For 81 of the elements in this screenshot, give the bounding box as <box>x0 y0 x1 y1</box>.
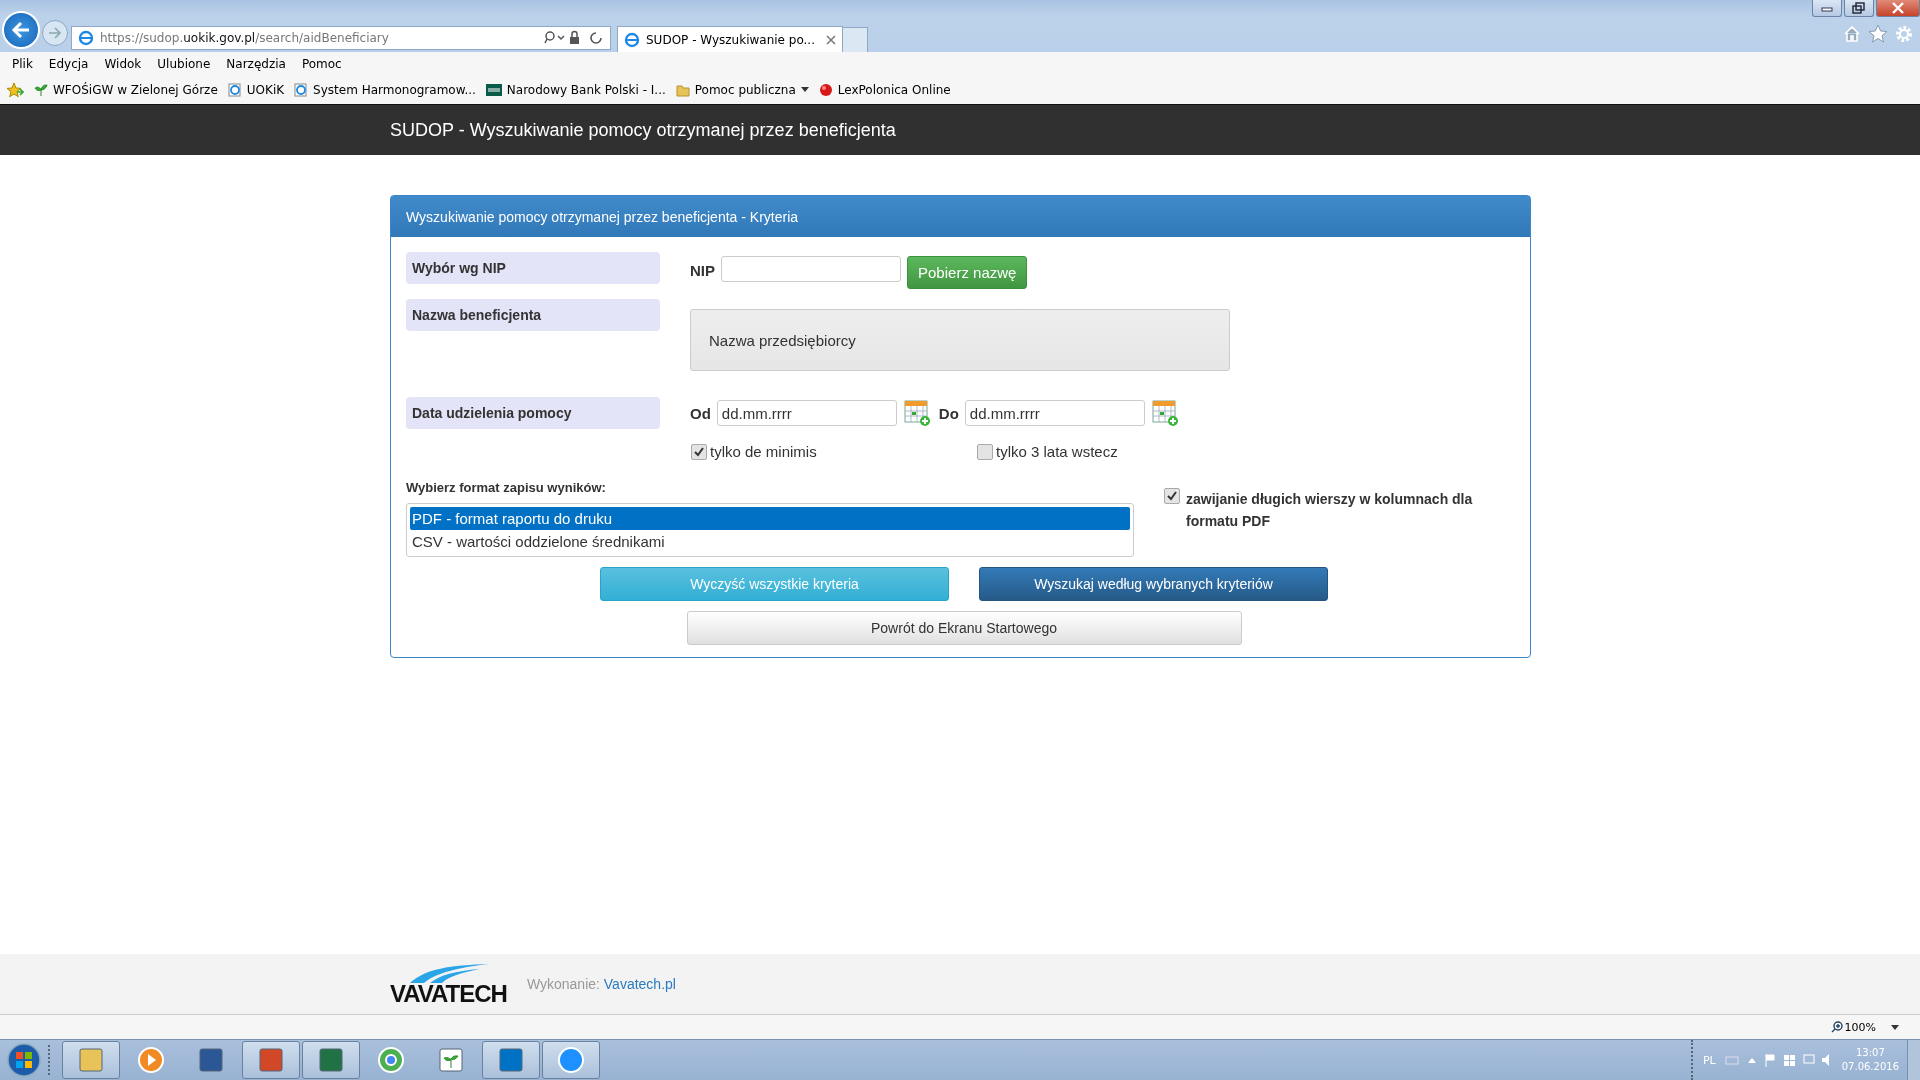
address-bar[interactable]: https://sudop.uokik.gov.pl/search/aidBeneficiary <box>71 26 611 50</box>
calendar-add-icon[interactable] <box>902 399 931 427</box>
field-label: Od <box>690 404 711 422</box>
new-tab-button[interactable] <box>843 27 868 52</box>
star-icon[interactable] <box>1868 24 1888 44</box>
company-name-field[interactable]: Nazwa przedsiębiorcy <box>690 309 1230 371</box>
back-arrow-icon <box>10 19 32 41</box>
menu-item[interactable]: Narzędzia <box>218 56 294 71</box>
panel-title: Wyszukiwanie pomocy otrzymanej przez beneficjenta - Kryteria <box>406 208 799 225</box>
calendar-add-icon[interactable] <box>1150 399 1179 427</box>
close-tab-icon[interactable] <box>826 34 836 45</box>
page-icon <box>294 82 309 97</box>
credit-text: Wykonanie: Vavatech.pl <box>526 976 676 992</box>
leaf-icon <box>34 82 48 97</box>
section-label: Nazwa beneficjenta <box>406 299 660 331</box>
favorite-link[interactable]: System Harmonogramow... <box>294 82 476 97</box>
favorite-link[interactable]: WFOŚiGW w Zielonej Górze <box>34 82 218 97</box>
action-button[interactable]: Wyszukaj według wybranych kryteriów <box>979 567 1328 601</box>
url-text: https://sudop.uokik.gov.pl/search/aidBeneficiary <box>100 31 390 45</box>
page-icon <box>624 31 640 48</box>
bank-logo-icon <box>485 83 502 96</box>
taskbar-app-icon[interactable] <box>542 1041 600 1079</box>
zoom-icon <box>1830 1021 1843 1033</box>
close-icon <box>1891 2 1905 14</box>
format-option[interactable]: CSV - wartości oddzielone średnikami <box>410 530 1130 553</box>
folder-icon <box>675 82 690 97</box>
close-button[interactable] <box>1876 0 1920 17</box>
taskbar-app-icon[interactable] <box>482 1041 540 1079</box>
checkbox[interactable] <box>977 444 993 460</box>
menu-item[interactable]: Plik <box>4 56 41 71</box>
page-icon <box>227 82 242 97</box>
format-option[interactable]: PDF - format raportu do druku <box>410 507 1130 530</box>
clock-date: 07.06.2016 <box>1841 1060 1899 1074</box>
dropdown-caret-icon[interactable] <box>1890 1023 1900 1031</box>
back-button[interactable] <box>2 11 40 49</box>
menu-item[interactable]: Ulubione <box>149 56 219 71</box>
restore-icon <box>1852 2 1866 14</box>
format-label: Wybierz format zapisu wyników: <box>406 480 607 495</box>
date-from-field[interactable]: dd.mm.rrrr <box>716 400 897 426</box>
caret-icon <box>800 86 809 93</box>
credit-link[interactable]: Vavatech.pl <box>603 976 676 992</box>
address-tools-icon <box>544 30 604 46</box>
company-logo: VAVATECH <box>390 963 507 1005</box>
settings-icon[interactable] <box>1894 24 1914 44</box>
home-icon[interactable] <box>1842 24 1862 44</box>
browser-tab[interactable]: SUDOP - Wyszukiwanie po... <box>617 26 843 52</box>
taskbar-app-icon[interactable] <box>302 1041 360 1079</box>
section-label: Wybór wg NIP <box>406 252 660 284</box>
favorites-star-icon[interactable] <box>6 81 24 98</box>
restore-button[interactable] <box>1844 0 1874 17</box>
zoom-level[interactable]: 100% <box>1830 1020 1876 1034</box>
checkbox[interactable] <box>1164 488 1180 504</box>
checkbox-label: tylko de minimis <box>710 443 817 460</box>
menu-item[interactable]: Edycja <box>40 56 97 71</box>
checkbox[interactable] <box>691 444 707 460</box>
ball-icon <box>818 82 833 97</box>
section-label: Data udzielenia pomocy <box>406 397 660 429</box>
nip-input-field[interactable] <box>721 255 901 282</box>
page-icon <box>78 30 94 46</box>
favorite-link[interactable]: Narodowy Bank Polski - I... <box>485 82 666 97</box>
back-home-button[interactable]: Powrót do Ekranu Startowego <box>686 611 1242 645</box>
forward-button[interactable] <box>42 20 68 46</box>
forward-arrow-icon <box>47 25 63 41</box>
taskbar-app-icon[interactable] <box>242 1041 300 1079</box>
favorite-link[interactable]: LexPolonica Online <box>818 82 951 97</box>
site-title: SUDOP - Wyszukiwanie pomocy otrzymanej przez beneficjenta <box>390 119 896 141</box>
menu-item[interactable]: Widok <box>96 56 150 71</box>
checkbox-label: zawijanie długich wierszy w kolumnach dla formatu PDF <box>1186 490 1474 531</box>
taskbar-app-icon[interactable] <box>62 1041 120 1079</box>
start-button[interactable] <box>6 1042 42 1078</box>
minimize-icon <box>1821 4 1833 12</box>
date-to-field[interactable]: dd.mm.rrrr <box>964 400 1145 426</box>
favorite-link[interactable]: Pomoc publiczna <box>675 82 809 97</box>
show-desktop-button[interactable] <box>1907 1040 1920 1080</box>
field-label: Do <box>938 404 959 422</box>
favorite-link[interactable]: UOKiK <box>227 82 285 97</box>
clock-time: 13:07 <box>1855 1046 1885 1060</box>
format-listbox[interactable]: PDF - format raportu do druku CSV - wartości oddzielone średnikami <box>406 503 1134 557</box>
field-label: NIP <box>690 262 715 279</box>
menu-item[interactable]: Pomoc <box>293 56 350 71</box>
checkbox-label: tylko 3 lata wstecz <box>996 443 1118 460</box>
